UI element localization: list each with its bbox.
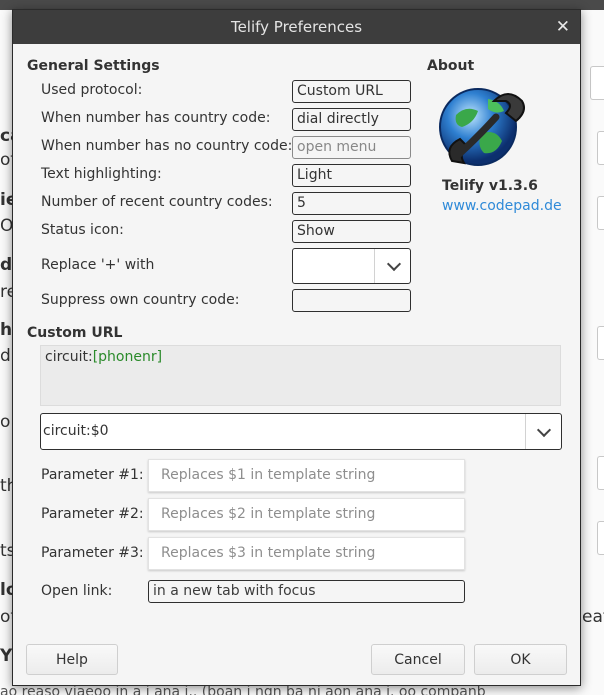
- template-placeholder: [phonenr]: [92, 349, 163, 365]
- text-highlighting-label: Text highlighting:: [41, 166, 162, 182]
- parameter-1-label: Parameter #1:: [41, 467, 144, 483]
- suppress-country-code-input[interactable]: [292, 289, 411, 312]
- bg-control: [597, 456, 604, 490]
- cancel-button[interactable]: Cancel: [371, 644, 465, 675]
- globe-phone-icon: [439, 88, 525, 166]
- status-icon-label: Status icon:: [41, 222, 124, 238]
- bg-text: d: [0, 255, 13, 275]
- bg-text: o: [0, 412, 11, 432]
- bg-text: d: [0, 346, 11, 366]
- combo-separator: [374, 249, 375, 283]
- recent-country-codes-input[interactable]: 5: [292, 192, 411, 215]
- used-protocol-label: Used protocol:: [41, 82, 143, 98]
- about-heading: About: [427, 58, 475, 74]
- version-label: Telify v1.3.6: [442, 178, 538, 194]
- bg-control: [597, 131, 604, 165]
- dialog-title: Telify Preferences: [230, 18, 363, 36]
- bg-control: [597, 521, 604, 555]
- website-link[interactable]: www.codepad.de: [442, 198, 562, 214]
- combo-separator: [525, 414, 526, 449]
- parameter-1-input[interactable]: Replaces $1 in template string: [148, 459, 465, 492]
- bg-control: [597, 326, 604, 360]
- help-button-label: Help: [56, 651, 88, 668]
- parameter-2-label: Parameter #2:: [41, 506, 144, 522]
- bg-text: eat.: [582, 607, 604, 627]
- country-code-select[interactable]: dial directly: [292, 108, 411, 131]
- template-combo[interactable]: circuit:$0: [40, 413, 562, 450]
- status-icon-select[interactable]: Show: [292, 220, 411, 243]
- parameter-3-input[interactable]: Replaces $3 in template string: [148, 537, 465, 570]
- open-link-select[interactable]: in a new tab with focus: [148, 580, 465, 603]
- recent-country-codes-label: Number of recent country codes:: [41, 194, 273, 210]
- help-button[interactable]: Help: [26, 644, 118, 675]
- template-preview: circuit:[phonenr]: [40, 345, 561, 406]
- ok-button[interactable]: OK: [474, 644, 567, 675]
- parameter-2-input[interactable]: Replaces $2 in template string: [148, 498, 465, 531]
- country-code-label: When number has country code:: [41, 110, 271, 126]
- cancel-button-label: Cancel: [394, 651, 442, 668]
- text-highlighting-select[interactable]: Light: [292, 164, 411, 187]
- ok-button-label: OK: [510, 651, 531, 668]
- preferences-dialog: Telify Preferences ✕ General Settings Us…: [12, 9, 581, 686]
- no-country-code-label: When number has no country code:: [41, 138, 293, 154]
- custom-url-heading: Custom URL: [27, 325, 123, 341]
- bg-control: [597, 196, 604, 230]
- bg-control: [590, 66, 604, 100]
- dialog-titlebar: Telify Preferences ✕: [13, 10, 580, 44]
- general-settings-heading: General Settings: [27, 58, 160, 74]
- replace-plus-combo[interactable]: [292, 248, 411, 284]
- close-icon[interactable]: ✕: [556, 17, 570, 37]
- template-combo-value: circuit:$0: [43, 423, 109, 439]
- bg-text: Y: [0, 646, 13, 666]
- chevron-down-icon[interactable]: [536, 422, 552, 437]
- parameter-3-label: Parameter #3:: [41, 545, 144, 561]
- chevron-down-icon[interactable]: [386, 256, 402, 272]
- open-link-label: Open link:: [41, 583, 113, 599]
- replace-plus-label: Replace '+' with: [41, 257, 155, 273]
- template-prefix: circuit:: [45, 349, 93, 365]
- suppress-country-code-label: Suppress own country code:: [41, 292, 240, 308]
- used-protocol-select[interactable]: Custom URL: [292, 80, 411, 103]
- no-country-code-select[interactable]: open menu: [292, 136, 411, 159]
